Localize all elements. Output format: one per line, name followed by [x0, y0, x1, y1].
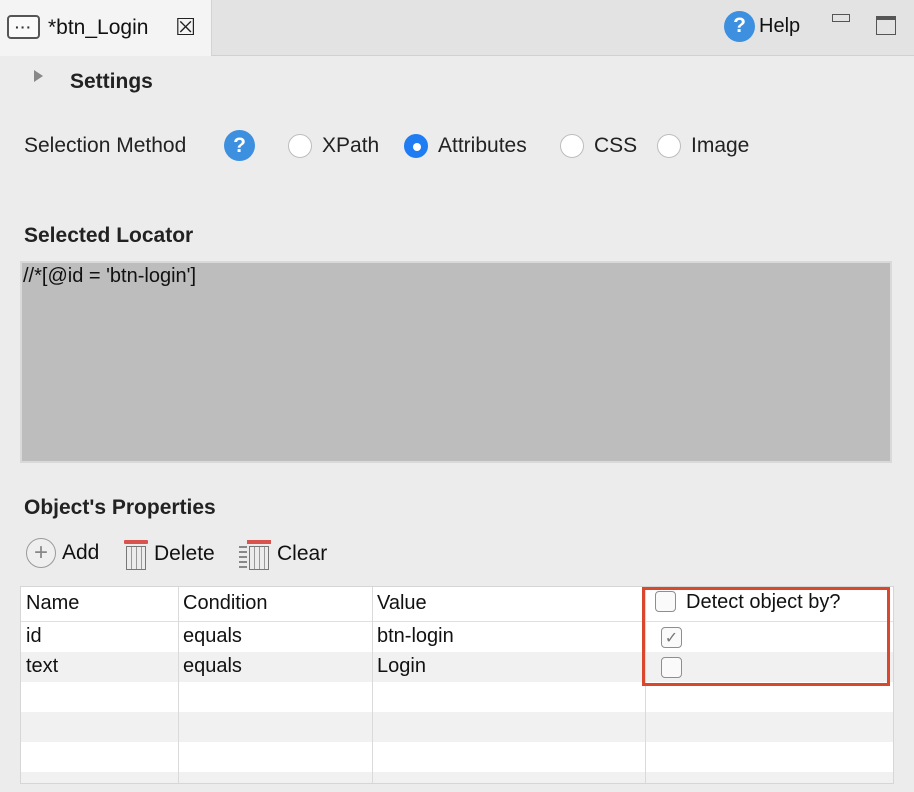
tab-title: *btn_Login [48, 16, 149, 39]
empty-row [21, 772, 893, 783]
empty-row [21, 742, 893, 772]
clear-label: Clear [277, 542, 328, 565]
clear-button[interactable]: Clear [239, 538, 327, 570]
settings-expander[interactable] [34, 70, 43, 82]
radio-label: Attributes [438, 134, 527, 157]
column-header-detect[interactable]: Detect object by? [655, 589, 841, 619]
selected-locator-textarea[interactable]: //*[@id = 'btn-login'] [20, 261, 892, 463]
table-row[interactable]: text equals Login [21, 652, 893, 682]
help-question-icon[interactable]: ? [224, 130, 255, 161]
radio-attributes[interactable]: Attributes [404, 134, 527, 158]
selected-locator-title: Selected Locator [24, 224, 194, 247]
cell-name[interactable]: text [26, 652, 58, 682]
column-divider [178, 587, 179, 783]
tab-btn-login[interactable]: ··· *btn_Login ⮽ [0, 0, 212, 56]
expand-triangle-icon[interactable] [34, 70, 43, 82]
object-properties-title: Object's Properties [24, 496, 216, 519]
trash-icon [124, 538, 148, 570]
detect-checkbox[interactable] [661, 657, 682, 678]
delete-button[interactable]: Delete [124, 538, 215, 570]
radio-dot[interactable] [657, 134, 681, 158]
empty-row [21, 712, 893, 742]
column-header-value[interactable]: Value [377, 589, 427, 619]
cell-value[interactable]: btn-login [377, 622, 454, 652]
radio-xpath[interactable]: XPath [288, 134, 379, 158]
empty-row [21, 682, 893, 712]
delete-label: Delete [154, 542, 215, 565]
radio-label: Image [691, 134, 750, 157]
cell-value[interactable]: Login [377, 652, 426, 682]
minimize-icon[interactable] [832, 14, 850, 22]
radio-dot-selected[interactable] [404, 134, 428, 158]
selection-method-label: Selection Method [24, 134, 187, 157]
properties-toolbar: + Add Delete Clear [26, 538, 426, 572]
radio-dot[interactable] [288, 134, 312, 158]
editor-tab-bar: ··· *btn_Login ⮽ ? Help [0, 0, 914, 56]
table-header: Name Condition Value Detect object by? [21, 589, 893, 619]
cell-condition[interactable]: equals [183, 622, 242, 652]
ellipsis-icon[interactable]: ··· [7, 15, 40, 39]
radio-css[interactable]: CSS [560, 134, 637, 158]
column-divider [645, 587, 646, 783]
add-button[interactable]: + Add [26, 538, 99, 568]
cell-detect[interactable] [661, 652, 682, 682]
column-header-name[interactable]: Name [26, 589, 79, 619]
table-row[interactable]: id equals btn-login ✓ [21, 622, 893, 652]
maximize-icon[interactable] [876, 16, 896, 35]
column-header-condition[interactable]: Condition [183, 589, 268, 619]
help-question-icon: ? [724, 10, 755, 42]
help-label: Help [759, 14, 801, 37]
add-label: Add [62, 541, 100, 564]
radio-image[interactable]: Image [657, 134, 749, 158]
selection-method-row: Selection Method ? XPath Attributes CSS … [24, 130, 904, 162]
radio-label: XPath [322, 134, 380, 157]
cell-name[interactable]: id [26, 622, 42, 652]
properties-table: Name Condition Value Detect object by? i… [20, 586, 894, 784]
radio-label: CSS [594, 134, 638, 157]
detect-checkbox-checked[interactable]: ✓ [661, 627, 682, 648]
cell-detect[interactable]: ✓ [661, 622, 682, 652]
radio-dot[interactable] [560, 134, 584, 158]
detect-all-checkbox[interactable] [655, 591, 676, 612]
clear-all-icon [239, 538, 271, 570]
detect-header-label: Detect object by? [686, 591, 841, 613]
close-icon[interactable]: ⮽ [176, 14, 195, 42]
add-icon: + [26, 538, 56, 568]
help-button[interactable]: ? Help [724, 10, 800, 42]
column-divider [372, 587, 373, 783]
cell-condition[interactable]: equals [183, 652, 242, 682]
settings-label: Settings [70, 70, 153, 93]
